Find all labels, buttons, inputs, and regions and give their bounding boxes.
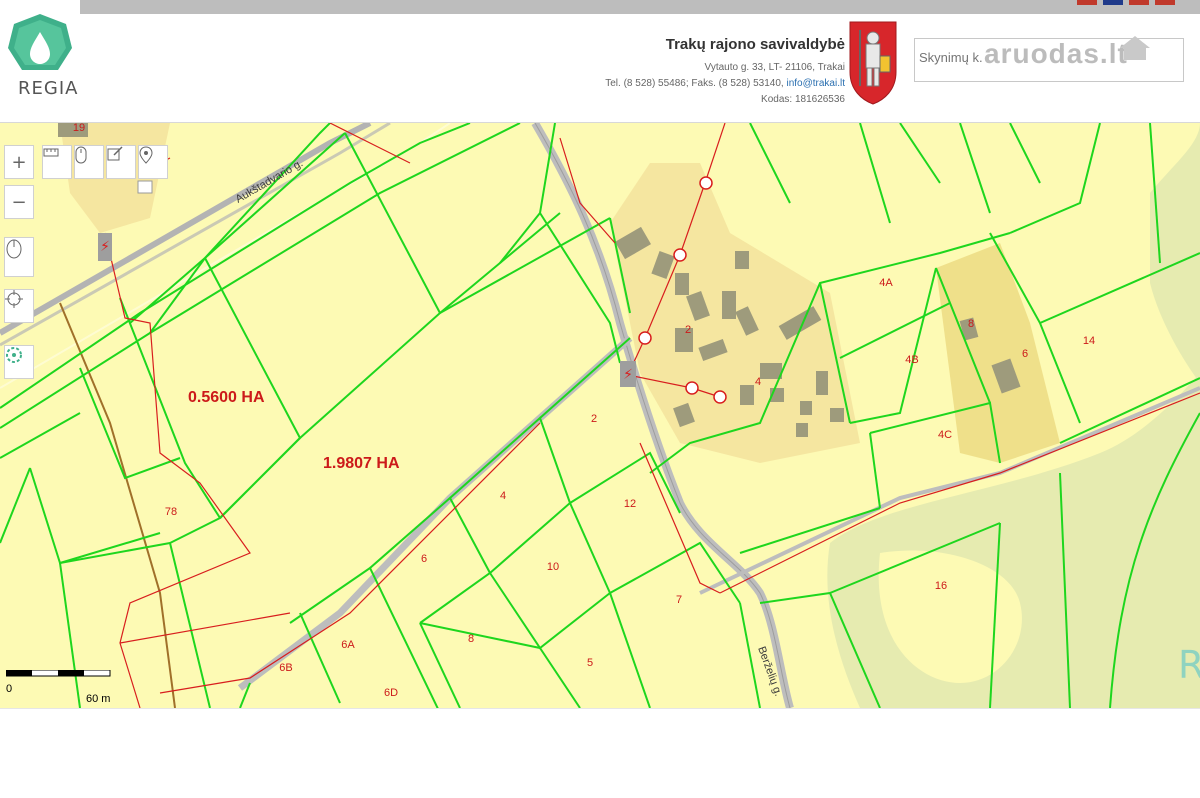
scale-zero-label: 0 [6,683,12,695]
layers-button[interactable] [4,345,34,379]
parcel-label: 8 [968,318,974,330]
edit-icon [107,146,123,161]
parcel-label: 5 [587,657,593,669]
orient-button[interactable] [4,237,34,277]
parcel-label: 16 [935,580,947,592]
parcel-label: 14 [1083,335,1095,347]
zoom-out-button[interactable]: − [4,185,34,219]
edit-button[interactable] [106,145,136,179]
compass-icon [6,239,22,259]
header: REGIA Trakų rajono savivaldybė Vytauto g… [0,14,1200,123]
map-marker-box [137,180,153,194]
area-label: 0.5600 HA [188,389,265,406]
parcel-label: 12 [624,498,636,510]
phone-fax-text: Tel. (8 528) 55486; Faks. (8 528) 53140, [605,78,784,89]
municipality-name: Trakų rajono savivaldybė [665,36,845,53]
crosshair-icon [5,290,23,308]
parcel-label: 7 [676,594,682,606]
layers-icon [6,347,22,363]
parcel-label: 2 [591,413,597,425]
flag-pl-icon[interactable] [1129,0,1149,5]
regia-logo-icon[interactable] [0,14,80,78]
parcel-label: 19 [73,123,85,134]
parcel-label: 10 [547,561,559,573]
aruodas-watermark: aruodas.lt [984,38,1128,69]
locate-button[interactable] [138,145,168,179]
logo-text: REGIA [18,78,79,99]
flag-ru-icon[interactable] [1155,0,1175,5]
parcel-label: 6B [279,662,292,674]
mouse-button[interactable] [74,145,104,179]
parcel-label: 4B [905,354,918,366]
parcel-label: 4 [500,490,506,502]
parcel-label: 2 [685,324,691,336]
parcel-label: 4C [938,429,952,441]
footer-area [0,708,1200,798]
parcel-label: 6D [384,687,398,699]
cadastral-map[interactable]: ⚡ ⚡ Aukštadvario g. Berželių g. 0.5600 H… [0,123,1200,708]
mouse-icon [75,146,87,164]
municipality-contacts: Tel. (8 528) 55486; Faks. (8 528) 53140,… [605,78,845,89]
parcel-label: 4 [755,376,761,388]
minus-icon: − [11,191,27,213]
measure-button[interactable] [42,145,72,179]
parcel-label: 8 [468,633,474,645]
svg-text:⚡: ⚡ [100,239,110,255]
regia-corner-mark-icon: R [1178,643,1200,687]
flag-lt-icon[interactable] [1077,0,1097,5]
parcel-label: 6A [341,639,355,651]
municipality-address: Vytauto g. 33, LT- 21106, Trakai [704,62,845,73]
gps-button[interactable] [4,289,34,323]
parcel-label: 6 [1022,348,1028,360]
parcel-label: 78 [165,506,177,518]
parcel-label: 6 [421,553,427,565]
map-view[interactable]: ⚡ ⚡ Aukštadvario g. Berželių g. 0.5600 H… [0,123,1200,708]
area-label: 1.9807 HA [323,455,400,472]
scale-distance-label: 60 m [86,693,110,704]
svg-text:⚡: ⚡ [623,367,633,383]
plus-icon: + [11,151,27,173]
parcel-label: 4A [879,277,893,289]
top-strip-bar [80,0,1200,14]
coat-of-arms-icon [849,21,897,105]
marker-icon [139,146,153,164]
ruler-icon [43,148,59,157]
top-strip [0,0,1200,14]
email-link[interactable]: info@trakai.lt [786,78,845,89]
zoom-in-button[interactable]: + [4,145,34,179]
flag-en-icon[interactable] [1103,0,1123,5]
municipality-code: Kodas: 181626536 [761,94,845,105]
house-watermark-icon [1120,36,1150,60]
